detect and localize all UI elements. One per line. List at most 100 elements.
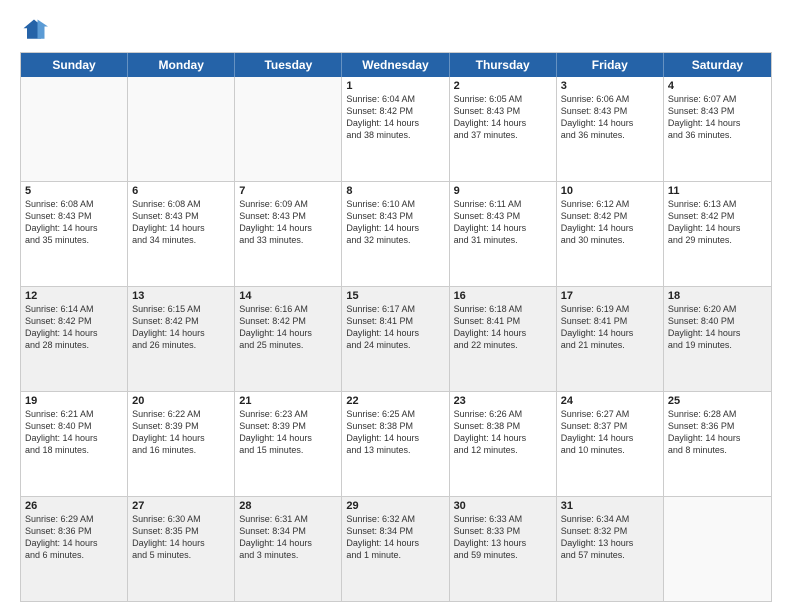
day-number: 31 xyxy=(561,500,659,512)
header-day-tuesday: Tuesday xyxy=(235,53,342,77)
cal-cell-2: 2Sunrise: 6:05 AM Sunset: 8:43 PM Daylig… xyxy=(450,77,557,181)
cal-cell-18: 18Sunrise: 6:20 AM Sunset: 8:40 PM Dayli… xyxy=(664,287,771,391)
day-number: 25 xyxy=(668,395,767,407)
cell-info-text: Sunrise: 6:33 AM Sunset: 8:33 PM Dayligh… xyxy=(454,513,552,562)
cell-info-text: Sunrise: 6:20 AM Sunset: 8:40 PM Dayligh… xyxy=(668,303,767,352)
header-day-saturday: Saturday xyxy=(664,53,771,77)
cal-cell-29: 29Sunrise: 6:32 AM Sunset: 8:34 PM Dayli… xyxy=(342,497,449,601)
cal-cell-15: 15Sunrise: 6:17 AM Sunset: 8:41 PM Dayli… xyxy=(342,287,449,391)
week-row-0: 1Sunrise: 6:04 AM Sunset: 8:42 PM Daylig… xyxy=(21,77,771,182)
cal-cell-17: 17Sunrise: 6:19 AM Sunset: 8:41 PM Dayli… xyxy=(557,287,664,391)
cal-cell-empty-0-0 xyxy=(21,77,128,181)
cal-cell-5: 5Sunrise: 6:08 AM Sunset: 8:43 PM Daylig… xyxy=(21,182,128,286)
cal-cell-28: 28Sunrise: 6:31 AM Sunset: 8:34 PM Dayli… xyxy=(235,497,342,601)
day-number: 13 xyxy=(132,290,230,302)
header-day-monday: Monday xyxy=(128,53,235,77)
day-number: 18 xyxy=(668,290,767,302)
cell-info-text: Sunrise: 6:31 AM Sunset: 8:34 PM Dayligh… xyxy=(239,513,337,562)
cell-info-text: Sunrise: 6:19 AM Sunset: 8:41 PM Dayligh… xyxy=(561,303,659,352)
cell-info-text: Sunrise: 6:34 AM Sunset: 8:32 PM Dayligh… xyxy=(561,513,659,562)
page: SundayMondayTuesdayWednesdayThursdayFrid… xyxy=(0,0,792,612)
header-day-wednesday: Wednesday xyxy=(342,53,449,77)
cell-info-text: Sunrise: 6:06 AM Sunset: 8:43 PM Dayligh… xyxy=(561,93,659,142)
cal-cell-11: 11Sunrise: 6:13 AM Sunset: 8:42 PM Dayli… xyxy=(664,182,771,286)
cell-info-text: Sunrise: 6:08 AM Sunset: 8:43 PM Dayligh… xyxy=(132,198,230,247)
cal-cell-empty-0-2 xyxy=(235,77,342,181)
cal-cell-31: 31Sunrise: 6:34 AM Sunset: 8:32 PM Dayli… xyxy=(557,497,664,601)
day-number: 2 xyxy=(454,80,552,92)
calendar-body: 1Sunrise: 6:04 AM Sunset: 8:42 PM Daylig… xyxy=(21,77,771,601)
day-number: 20 xyxy=(132,395,230,407)
day-number: 7 xyxy=(239,185,337,197)
cal-cell-14: 14Sunrise: 6:16 AM Sunset: 8:42 PM Dayli… xyxy=(235,287,342,391)
cell-info-text: Sunrise: 6:12 AM Sunset: 8:42 PM Dayligh… xyxy=(561,198,659,247)
cal-cell-4: 4Sunrise: 6:07 AM Sunset: 8:43 PM Daylig… xyxy=(664,77,771,181)
cell-info-text: Sunrise: 6:09 AM Sunset: 8:43 PM Dayligh… xyxy=(239,198,337,247)
cell-info-text: Sunrise: 6:25 AM Sunset: 8:38 PM Dayligh… xyxy=(346,408,444,457)
calendar: SundayMondayTuesdayWednesdayThursdayFrid… xyxy=(20,52,772,602)
cell-info-text: Sunrise: 6:07 AM Sunset: 8:43 PM Dayligh… xyxy=(668,93,767,142)
cal-cell-7: 7Sunrise: 6:09 AM Sunset: 8:43 PM Daylig… xyxy=(235,182,342,286)
day-number: 27 xyxy=(132,500,230,512)
day-number: 4 xyxy=(668,80,767,92)
cal-cell-22: 22Sunrise: 6:25 AM Sunset: 8:38 PM Dayli… xyxy=(342,392,449,496)
day-number: 12 xyxy=(25,290,123,302)
header-day-sunday: Sunday xyxy=(21,53,128,77)
cal-cell-24: 24Sunrise: 6:27 AM Sunset: 8:37 PM Dayli… xyxy=(557,392,664,496)
cal-cell-16: 16Sunrise: 6:18 AM Sunset: 8:41 PM Dayli… xyxy=(450,287,557,391)
cal-cell-20: 20Sunrise: 6:22 AM Sunset: 8:39 PM Dayli… xyxy=(128,392,235,496)
cell-info-text: Sunrise: 6:17 AM Sunset: 8:41 PM Dayligh… xyxy=(346,303,444,352)
day-number: 23 xyxy=(454,395,552,407)
cell-info-text: Sunrise: 6:10 AM Sunset: 8:43 PM Dayligh… xyxy=(346,198,444,247)
day-number: 6 xyxy=(132,185,230,197)
day-number: 28 xyxy=(239,500,337,512)
cal-cell-26: 26Sunrise: 6:29 AM Sunset: 8:36 PM Dayli… xyxy=(21,497,128,601)
cal-cell-25: 25Sunrise: 6:28 AM Sunset: 8:36 PM Dayli… xyxy=(664,392,771,496)
cal-cell-21: 21Sunrise: 6:23 AM Sunset: 8:39 PM Dayli… xyxy=(235,392,342,496)
cal-cell-23: 23Sunrise: 6:26 AM Sunset: 8:38 PM Dayli… xyxy=(450,392,557,496)
cell-info-text: Sunrise: 6:28 AM Sunset: 8:36 PM Dayligh… xyxy=(668,408,767,457)
cal-cell-empty-4-6 xyxy=(664,497,771,601)
cal-cell-9: 9Sunrise: 6:11 AM Sunset: 8:43 PM Daylig… xyxy=(450,182,557,286)
day-number: 3 xyxy=(561,80,659,92)
day-number: 10 xyxy=(561,185,659,197)
cal-cell-3: 3Sunrise: 6:06 AM Sunset: 8:43 PM Daylig… xyxy=(557,77,664,181)
calendar-header: SundayMondayTuesdayWednesdayThursdayFrid… xyxy=(21,53,771,77)
day-number: 22 xyxy=(346,395,444,407)
cell-info-text: Sunrise: 6:32 AM Sunset: 8:34 PM Dayligh… xyxy=(346,513,444,562)
header-day-friday: Friday xyxy=(557,53,664,77)
cell-info-text: Sunrise: 6:13 AM Sunset: 8:42 PM Dayligh… xyxy=(668,198,767,247)
day-number: 9 xyxy=(454,185,552,197)
cal-cell-13: 13Sunrise: 6:15 AM Sunset: 8:42 PM Dayli… xyxy=(128,287,235,391)
cell-info-text: Sunrise: 6:05 AM Sunset: 8:43 PM Dayligh… xyxy=(454,93,552,142)
day-number: 5 xyxy=(25,185,123,197)
cal-cell-10: 10Sunrise: 6:12 AM Sunset: 8:42 PM Dayli… xyxy=(557,182,664,286)
day-number: 11 xyxy=(668,185,767,197)
cal-cell-12: 12Sunrise: 6:14 AM Sunset: 8:42 PM Dayli… xyxy=(21,287,128,391)
cal-cell-27: 27Sunrise: 6:30 AM Sunset: 8:35 PM Dayli… xyxy=(128,497,235,601)
week-row-4: 26Sunrise: 6:29 AM Sunset: 8:36 PM Dayli… xyxy=(21,497,771,601)
day-number: 15 xyxy=(346,290,444,302)
cell-info-text: Sunrise: 6:08 AM Sunset: 8:43 PM Dayligh… xyxy=(25,198,123,247)
cell-info-text: Sunrise: 6:14 AM Sunset: 8:42 PM Dayligh… xyxy=(25,303,123,352)
cal-cell-8: 8Sunrise: 6:10 AM Sunset: 8:43 PM Daylig… xyxy=(342,182,449,286)
day-number: 17 xyxy=(561,290,659,302)
day-number: 8 xyxy=(346,185,444,197)
week-row-1: 5Sunrise: 6:08 AM Sunset: 8:43 PM Daylig… xyxy=(21,182,771,287)
cal-cell-6: 6Sunrise: 6:08 AM Sunset: 8:43 PM Daylig… xyxy=(128,182,235,286)
logo-icon xyxy=(20,16,48,44)
cell-info-text: Sunrise: 6:21 AM Sunset: 8:40 PM Dayligh… xyxy=(25,408,123,457)
cell-info-text: Sunrise: 6:26 AM Sunset: 8:38 PM Dayligh… xyxy=(454,408,552,457)
cal-cell-empty-0-1 xyxy=(128,77,235,181)
header xyxy=(20,16,772,44)
logo xyxy=(20,16,50,44)
day-number: 24 xyxy=(561,395,659,407)
day-number: 1 xyxy=(346,80,444,92)
cal-cell-19: 19Sunrise: 6:21 AM Sunset: 8:40 PM Dayli… xyxy=(21,392,128,496)
day-number: 19 xyxy=(25,395,123,407)
header-day-thursday: Thursday xyxy=(450,53,557,77)
cal-cell-30: 30Sunrise: 6:33 AM Sunset: 8:33 PM Dayli… xyxy=(450,497,557,601)
cell-info-text: Sunrise: 6:18 AM Sunset: 8:41 PM Dayligh… xyxy=(454,303,552,352)
cell-info-text: Sunrise: 6:04 AM Sunset: 8:42 PM Dayligh… xyxy=(346,93,444,142)
cell-info-text: Sunrise: 6:30 AM Sunset: 8:35 PM Dayligh… xyxy=(132,513,230,562)
